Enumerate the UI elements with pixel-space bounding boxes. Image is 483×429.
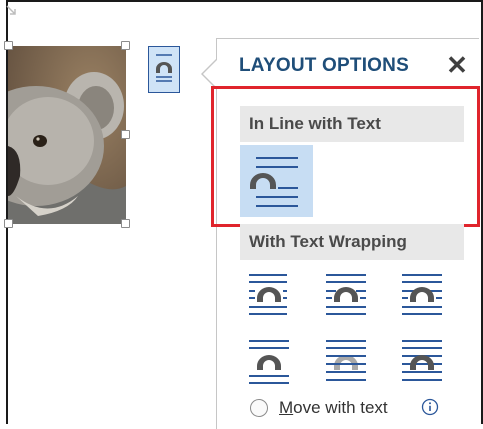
panel-pointer-fill [203, 59, 218, 89]
wrap-square-icon [249, 274, 287, 315]
highlight-annotation [211, 86, 480, 227]
info-icon[interactable] [421, 398, 439, 416]
resize-handle-bottom-right[interactable] [121, 219, 130, 228]
close-icon[interactable]: ✕ [444, 51, 470, 79]
panel-title: LAYOUT OPTIONS [239, 55, 409, 76]
wrap-top-and-bottom-icon [249, 340, 289, 384]
layout-options-icon [156, 54, 172, 82]
wrap-in-front-of-text-icon [402, 340, 442, 381]
wrap-section-header: With Text Wrapping [240, 224, 464, 260]
move-with-text-rest: ove with text [293, 398, 388, 417]
move-with-text-mnemonic: M [279, 398, 294, 417]
resize-handle-bottom-left[interactable] [4, 219, 13, 228]
resize-handle-top-left[interactable] [4, 41, 13, 50]
wrap-through-option[interactable] [400, 270, 456, 322]
wrap-tight-option[interactable] [324, 270, 380, 322]
wrap-in-front-of-text-option[interactable] [400, 336, 456, 388]
move-with-text-radio[interactable] [250, 399, 268, 417]
wrap-top-and-bottom-option[interactable] [247, 336, 303, 388]
wrap-behind-text-option[interactable] [324, 336, 380, 388]
wrap-behind-text-icon [326, 340, 366, 381]
resize-handle-right[interactable] [121, 130, 130, 139]
wrap-through-icon [402, 274, 442, 315]
anchor-icon [6, 5, 16, 15]
wrap-square-option[interactable] [247, 270, 303, 322]
koala-picture[interactable] [8, 46, 126, 224]
resize-handle-top-right[interactable] [121, 41, 130, 50]
layout-options-button[interactable] [148, 46, 180, 93]
move-with-text-label[interactable]: Move with text [279, 398, 388, 418]
frame-top-border [6, 0, 483, 2]
wrap-tight-icon [326, 274, 366, 315]
